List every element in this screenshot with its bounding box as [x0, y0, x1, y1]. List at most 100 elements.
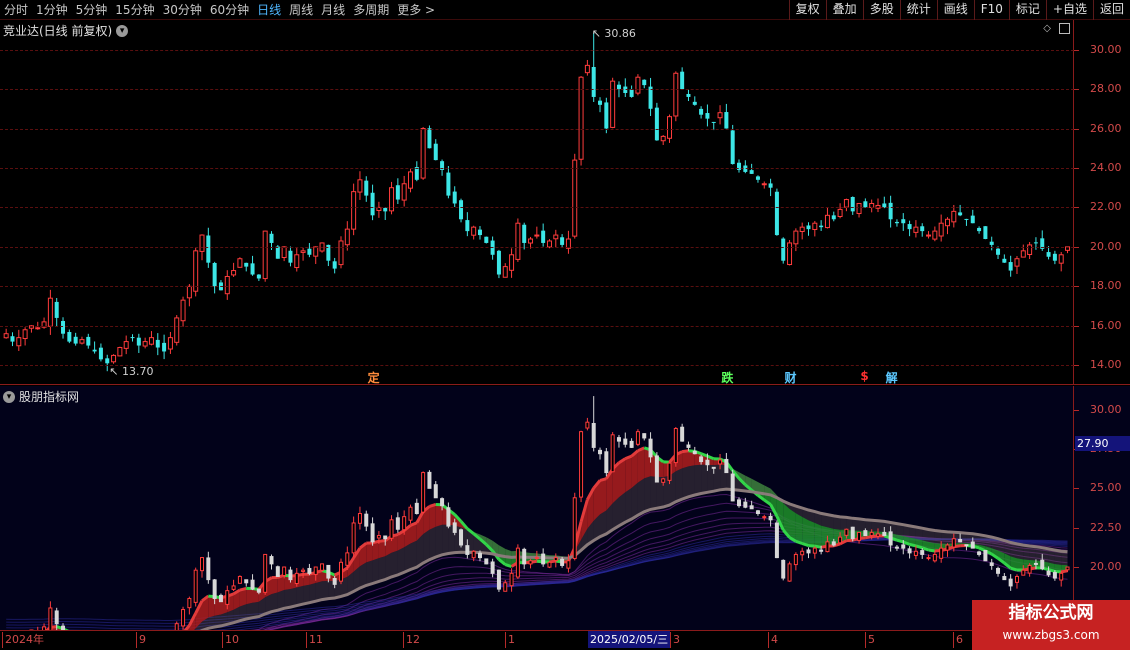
candle [768, 178, 773, 197]
candle [737, 159, 742, 173]
candle [584, 59, 590, 76]
panel-toggle-icon[interactable] [1059, 23, 1070, 34]
event-marker-3[interactable]: $ [860, 369, 868, 383]
toolbar-button-1[interactable]: 叠加 [825, 0, 863, 20]
candle [831, 211, 836, 222]
candle [926, 231, 932, 239]
toolbar-button-0[interactable]: 复权 [788, 0, 826, 20]
period-tab-4[interactable]: 30分钟 [159, 0, 206, 20]
diamond-icon[interactable]: ◇ [1043, 23, 1051, 35]
candle [256, 274, 261, 281]
indicator-plot-area[interactable] [0, 386, 1074, 630]
toolbar-button-3[interactable]: 统计 [899, 0, 937, 20]
toolbar-button-7[interactable]: +自选 [1045, 0, 1093, 20]
indicator-candle [307, 563, 312, 576]
price-plot-area[interactable] [0, 20, 1074, 384]
toolbar-button-8[interactable]: 返回 [1092, 0, 1130, 20]
indicator-candle [774, 520, 779, 559]
candle [502, 263, 508, 278]
candlestick-chart[interactable] [0, 20, 1074, 385]
indicator-candle [667, 461, 672, 485]
period-tab-1[interactable]: 1分钟 [32, 0, 72, 20]
candle [843, 198, 849, 212]
period-tab-8[interactable]: 月线 [317, 0, 349, 20]
candle [79, 336, 85, 345]
indicator-candle [187, 596, 192, 615]
price-y-tick: 20.00 [1074, 240, 1130, 254]
candle [598, 97, 603, 113]
indicator-candle [755, 509, 760, 516]
indicator-candle [522, 547, 527, 570]
band-segment [366, 542, 373, 563]
event-marker-0[interactable]: 定 [368, 369, 380, 386]
indicator-candle [977, 550, 982, 557]
period-tab-3[interactable]: 15分钟 [111, 0, 158, 20]
period-tab-2[interactable]: 5分钟 [72, 0, 112, 20]
date-tick: 2024年 [2, 632, 44, 648]
candle [224, 270, 230, 300]
price-chart-panel[interactable]: 竞业达(日线 前复权) ▾ ◇ ↖ 30.86 ↖ 13.70 定 跌 财 $ 解 30… [0, 20, 1130, 385]
candle [686, 89, 691, 102]
candle [61, 317, 66, 339]
period-tab-6[interactable]: 日线 [253, 0, 285, 20]
indicator-candle [598, 447, 603, 460]
candle [1008, 255, 1013, 277]
period-tab-0[interactable]: 分时 [0, 0, 32, 20]
price-y-tick: 24.00 [1074, 161, 1130, 175]
candle [237, 257, 243, 268]
event-marker-2[interactable]: 财 [785, 369, 797, 386]
indicator-candle [547, 560, 552, 569]
price-y-tick: 16.00 [1074, 319, 1130, 333]
band-segment [619, 458, 626, 498]
candle [250, 255, 255, 276]
candle [964, 218, 969, 226]
period-tab-9[interactable]: 多周期 [349, 0, 393, 20]
band-segment [429, 504, 436, 530]
toolbar-button-2[interactable]: 多股 [862, 0, 900, 20]
title-options-icon[interactable]: ▾ [116, 24, 129, 37]
indicator-candle [193, 567, 198, 607]
indicator-candle [654, 452, 659, 483]
candle [414, 161, 419, 182]
slow-band-segment [315, 581, 322, 602]
event-marker-4[interactable]: 解 [886, 369, 898, 386]
indicator-candle [446, 502, 451, 529]
candle [218, 280, 223, 291]
slow-band-segment [631, 482, 638, 519]
indicator-candle [263, 553, 268, 595]
toolbar-actions: 复权 叠加 多股 统计 画线 F10 标记 +自选 返回 [788, 0, 1130, 20]
candle [136, 333, 141, 353]
candle [92, 341, 97, 354]
candle [901, 213, 906, 231]
toolbar-button-4[interactable]: 画线 [936, 0, 974, 20]
indicator-chart[interactable] [0, 386, 1074, 630]
fast-ma-segment [808, 544, 815, 548]
candle [591, 32, 596, 102]
candle [509, 248, 515, 278]
indicator-panel[interactable]: ▾ 股朋指标网 30.0027.5025.0022.5020.0017.50 2… [0, 386, 1130, 630]
event-marker-1[interactable]: 跌 [721, 369, 733, 386]
indicator-y-tick: 25.00 [1074, 481, 1130, 495]
period-tab-5[interactable]: 60分钟 [206, 0, 253, 20]
site-watermark: 指标公式网 www.zbgs3.com [972, 600, 1130, 650]
toolbar-button-5[interactable]: F10 [973, 0, 1009, 20]
candle [983, 226, 988, 240]
price-gridline [0, 207, 1074, 209]
band-segment [435, 504, 443, 527]
candle [699, 106, 704, 119]
period-tab-7[interactable]: 周线 [285, 0, 317, 20]
indicator-options-icon[interactable]: ▾ [3, 390, 15, 403]
indicator-candle [200, 556, 205, 578]
price-y-tick: 18.00 [1074, 279, 1130, 293]
candle [167, 331, 173, 354]
candle [869, 199, 875, 213]
indicator-candle [989, 558, 994, 570]
date-tick: 12 [403, 632, 420, 648]
candle [944, 217, 950, 235]
toolbar-button-6[interactable]: 标记 [1008, 0, 1046, 20]
indicator-candle [231, 579, 236, 592]
slow-band-segment [435, 524, 443, 557]
panel-corner-icons: ◇ [1043, 23, 1070, 35]
candle [47, 289, 53, 335]
period-tab-10[interactable]: 更多 > [393, 0, 439, 20]
